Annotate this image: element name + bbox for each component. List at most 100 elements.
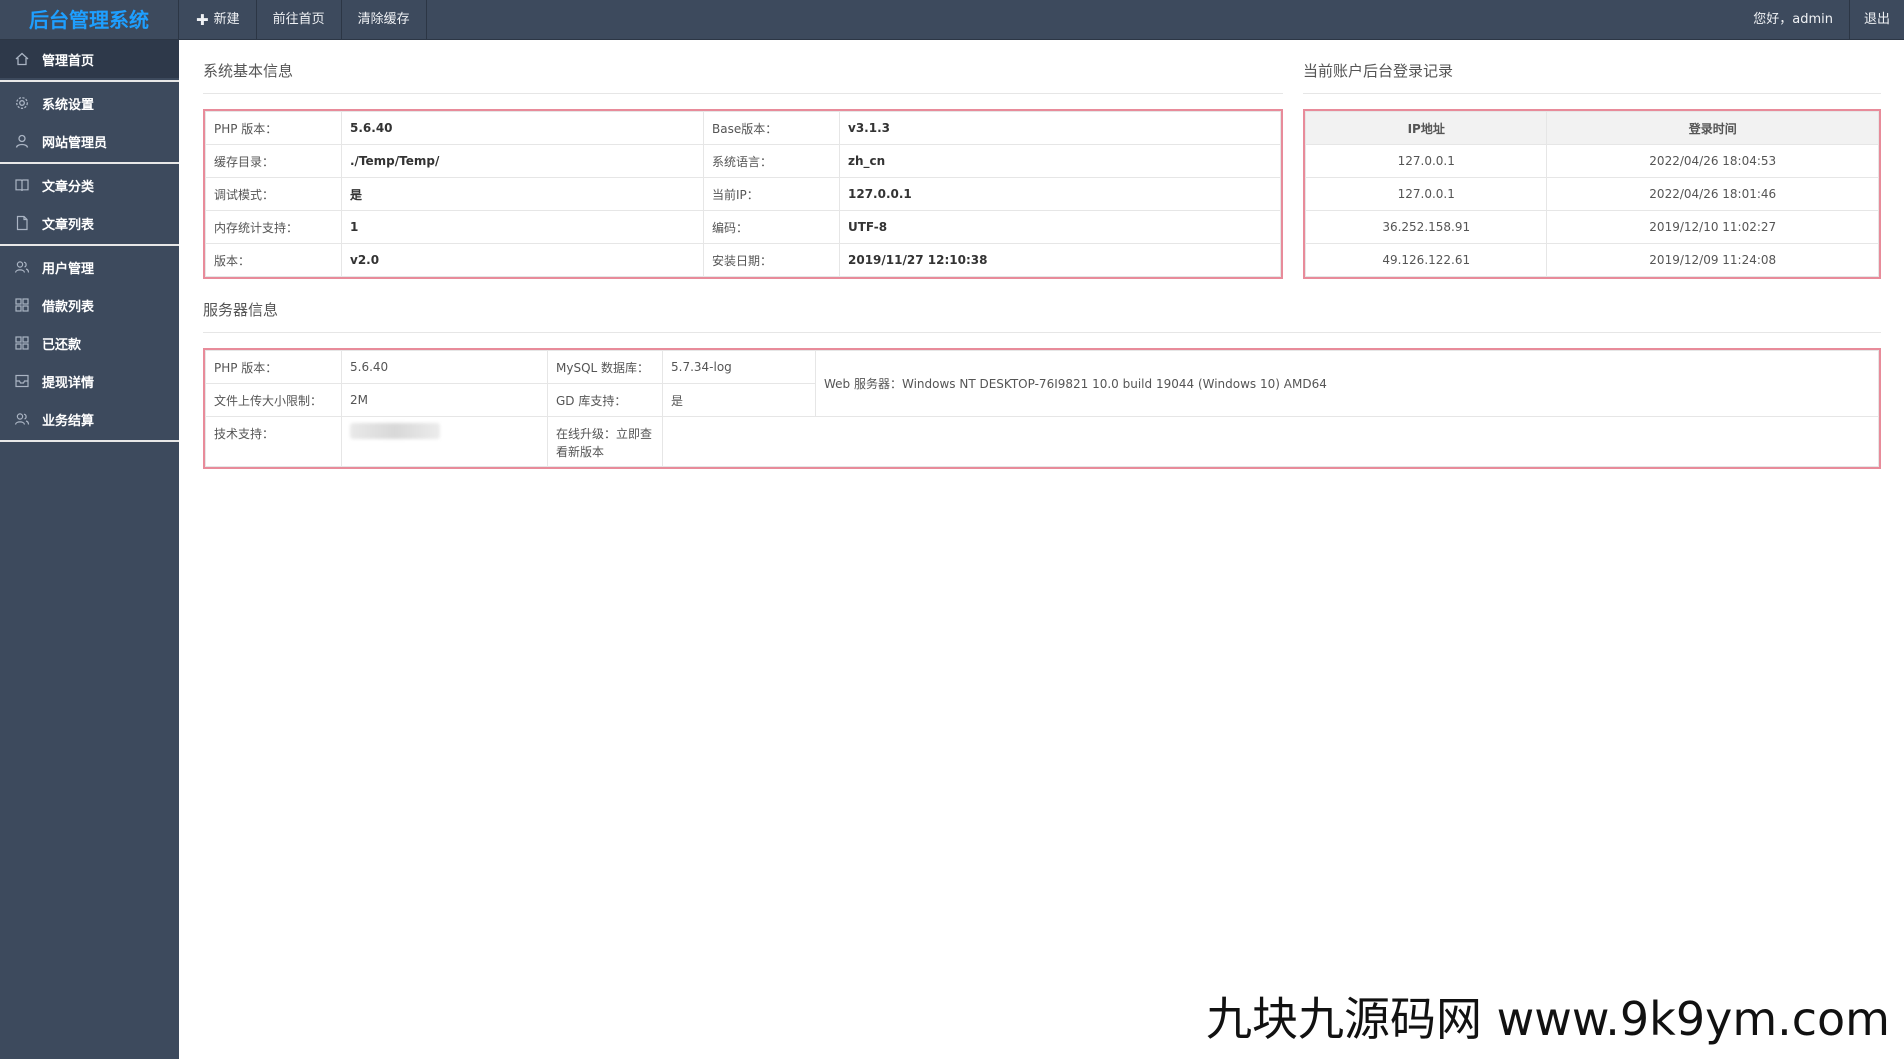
info-label: 调试模式： xyxy=(205,177,342,211)
go-home-link[interactable]: 前往首页 xyxy=(257,0,342,40)
book-icon xyxy=(14,177,30,193)
info-value: 是 xyxy=(662,383,816,417)
login-time: 2019/12/10 11:02:27 xyxy=(1546,210,1879,244)
grid-icon xyxy=(14,335,30,351)
login-records-title: 当前账户后台登录记录 xyxy=(1303,60,1881,94)
info-value: 是 xyxy=(341,177,704,211)
table-row: 127.0.0.1 2022/04/26 18:01:46 xyxy=(1304,177,1879,211)
new-button[interactable]: ✚ 新建 xyxy=(180,0,257,40)
logout-button[interactable]: 退出 xyxy=(1848,0,1904,40)
info-value: v2.0 xyxy=(341,243,704,277)
tech-support-value xyxy=(341,416,548,467)
info-value: 5.6.40 xyxy=(341,350,548,384)
sidebar-item-dashboard[interactable]: 管理首页 xyxy=(0,40,179,78)
sidebar-item-label: 文章分类 xyxy=(42,179,95,195)
file-icon xyxy=(14,215,30,231)
info-label: 当前IP： xyxy=(703,177,840,211)
top-nav: ✚ 新建 前往首页 清除缓存 xyxy=(180,0,427,40)
login-records-panel: IP地址 登录时间 127.0.0.1 2022/04/26 18:04:53 … xyxy=(1303,109,1881,279)
login-ip: 49.126.122.61 xyxy=(1304,243,1548,277)
info-label: PHP 版本： xyxy=(205,111,342,145)
basic-info-table: PHP 版本： 5.6.40 Base版本： v3.1.3 缓存目录： ./Te… xyxy=(205,111,1281,277)
upgrade-link[interactable]: 在线升级：立即查看新版本 xyxy=(547,416,663,467)
clear-cache-button[interactable]: 清除缓存 xyxy=(342,0,427,40)
basic-info-panel: PHP 版本： 5.6.40 Base版本： v3.1.3 缓存目录： ./Te… xyxy=(203,109,1283,279)
top-right: 您好，admin 退出 xyxy=(1737,0,1904,40)
table-row: PHP 版本： 5.6.40 Base版本： v3.1.3 xyxy=(205,111,1281,145)
info-value: v3.1.3 xyxy=(839,111,1281,145)
info-value: 2019/11/27 12:10:38 xyxy=(839,243,1281,277)
info-value: 5.6.40 xyxy=(341,111,704,145)
app-title[interactable]: 后台管理系统 xyxy=(0,0,179,40)
sidebar-item-label: 业务结算 xyxy=(42,413,95,429)
sidebar-item-article-categories[interactable]: 文章分类 xyxy=(0,166,179,204)
sidebar-item-label: 提现详情 xyxy=(42,375,95,391)
user-icon xyxy=(14,133,30,149)
server-info-panel: PHP 版本： 5.6.40 MySQL 数据库： 5.7.34-log Web… xyxy=(203,348,1881,469)
empty-cell xyxy=(662,416,1879,467)
sidebar-item-admins[interactable]: 网站管理员 xyxy=(0,122,179,160)
sidebar-item-repaid[interactable]: 已还款 xyxy=(0,324,179,362)
info-label: 编码： xyxy=(703,210,840,244)
web-server-info: Web 服务器：Windows NT DESKTOP-76I9821 10.0 … xyxy=(815,350,1879,417)
gear-icon xyxy=(14,95,30,111)
info-value: 1 xyxy=(341,210,704,244)
info-label: GD 库支持： xyxy=(547,383,663,417)
sidebar-group-home: 管理首页 xyxy=(0,40,179,82)
top-bar: 后台管理系统 ✚ 新建 前往首页 清除缓存 您好，admin 退出 xyxy=(0,0,1904,40)
info-label: Base版本： xyxy=(703,111,840,145)
watermark: 九块九源码网 www.9k9ym.com xyxy=(1206,992,1890,1046)
login-time: 2019/12/09 11:24:08 xyxy=(1546,243,1879,277)
info-label: 安装日期： xyxy=(703,243,840,277)
info-label: 系统语言： xyxy=(703,144,840,178)
users-icon xyxy=(14,411,30,427)
sidebar-item-label: 管理首页 xyxy=(42,53,95,69)
login-ip: 36.252.158.91 xyxy=(1304,210,1548,244)
main-content: 系统基本信息 PHP 版本： 5.6.40 Base版本： v3.1.3 缓存目… xyxy=(179,40,1904,1059)
table-row: 49.126.122.61 2019/12/09 11:24:08 xyxy=(1304,243,1879,277)
table-row: 调试模式： 是 当前IP： 127.0.0.1 xyxy=(205,177,1281,211)
column-header-ip: IP地址 xyxy=(1304,111,1548,145)
sidebar-item-label: 用户管理 xyxy=(42,261,95,277)
info-label: 缓存目录： xyxy=(205,144,342,178)
table-row: 36.252.158.91 2019/12/10 11:02:27 xyxy=(1304,210,1879,244)
sidebar-group-system: 系统设置 网站管理员 xyxy=(0,82,179,164)
sidebar-group-business: 用户管理 借款列表 已还款 提现详情 业务结算 xyxy=(0,246,179,442)
basic-info-title: 系统基本信息 xyxy=(203,60,1283,94)
sidebar: 管理首页 系统设置 网站管理员 文章分类 文章列表 用户管理 借款列表 已还款 … xyxy=(0,40,179,1059)
sidebar-item-label: 借款列表 xyxy=(42,299,95,315)
sidebar-item-label: 已还款 xyxy=(42,337,82,353)
info-value: zh_cn xyxy=(839,144,1281,178)
info-value: 5.7.34-log xyxy=(662,350,816,384)
server-info-title: 服务器信息 xyxy=(203,299,1881,333)
table-row: PHP 版本： 5.6.40 MySQL 数据库： 5.7.34-log Web… xyxy=(205,350,1879,417)
table-row: 127.0.0.1 2022/04/26 18:04:53 xyxy=(1304,144,1879,178)
sidebar-item-settlement[interactable]: 业务结算 xyxy=(0,400,179,438)
plus-icon: ✚ xyxy=(196,11,209,29)
login-ip: 127.0.0.1 xyxy=(1304,144,1548,178)
sidebar-item-article-list[interactable]: 文章列表 xyxy=(0,204,179,242)
sidebar-item-settings[interactable]: 系统设置 xyxy=(0,84,179,122)
column-header-time: 登录时间 xyxy=(1546,111,1879,145)
info-label: MySQL 数据库： xyxy=(547,350,663,384)
login-time: 2022/04/26 18:04:53 xyxy=(1546,144,1879,178)
tray-icon xyxy=(14,373,30,389)
table-row: 内存统计支持： 1 编码： UTF-8 xyxy=(205,210,1281,244)
sidebar-item-loans[interactable]: 借款列表 xyxy=(0,286,179,324)
info-label: 文件上传大小限制： xyxy=(205,383,342,417)
sidebar-item-withdraw-details[interactable]: 提现详情 xyxy=(0,362,179,400)
info-label: 内存统计支持： xyxy=(205,210,342,244)
sidebar-item-label: 文章列表 xyxy=(42,217,95,233)
table-header-row: IP地址 登录时间 xyxy=(1304,111,1879,145)
user-greeting[interactable]: 您好，admin xyxy=(1737,0,1849,40)
redacted-value xyxy=(350,423,440,439)
info-value: ./Temp/Temp/ xyxy=(341,144,704,178)
users-icon xyxy=(14,259,30,275)
sidebar-group-articles: 文章分类 文章列表 xyxy=(0,164,179,246)
info-label: 版本： xyxy=(205,243,342,277)
login-records-table: IP地址 登录时间 127.0.0.1 2022/04/26 18:04:53 … xyxy=(1304,111,1879,277)
sidebar-item-label: 网站管理员 xyxy=(42,135,108,151)
table-row: 缓存目录： ./Temp/Temp/ 系统语言： zh_cn xyxy=(205,144,1281,178)
sidebar-item-users[interactable]: 用户管理 xyxy=(0,248,179,286)
home-icon xyxy=(14,51,30,67)
